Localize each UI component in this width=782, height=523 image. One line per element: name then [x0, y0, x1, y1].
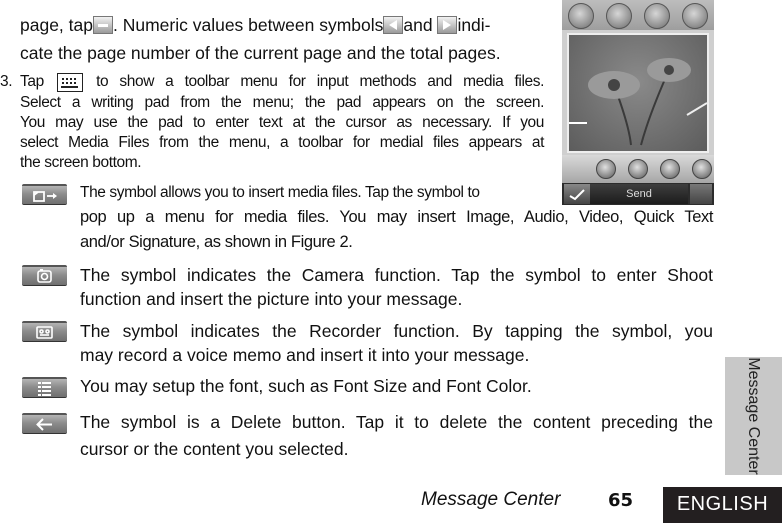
step3-line-4: select Media Files from the menu, a tool… [20, 134, 544, 151]
page-number: 65 [608, 490, 634, 511]
camera-line-2: function and insert the picture into you… [80, 289, 463, 309]
step-number: 3. [0, 73, 13, 90]
text: to show a toolbar menu for input methods… [96, 73, 544, 90]
help-icon [644, 3, 670, 29]
intro-line-2: cate the page number of the current page… [20, 43, 501, 63]
language-label: ENGLISH [663, 487, 782, 523]
font-settings-icon [22, 377, 67, 398]
camera-icon [22, 265, 67, 286]
recorder-line-2: may record a voice memo and insert it in… [80, 345, 530, 365]
step3-line-3: You may use the pad to enter text at the… [20, 114, 544, 131]
insert-media-line-2: pop up a menu for media files. You may i… [80, 208, 713, 226]
delete-line-2: cursor or the content you selected. [80, 439, 349, 459]
checkmark-icon [564, 184, 590, 204]
end-call-icon [682, 3, 708, 29]
footer-section-title: Message Center [421, 489, 561, 510]
text: . Numeric values between symbols [112, 15, 384, 35]
send-button: Send [590, 184, 688, 204]
previous-track-icon [596, 159, 616, 179]
home-icon [568, 3, 594, 29]
step3-line-1: Tap to show a toolbar menu for input met… [20, 71, 544, 92]
insert-media-line-3: and/or Signature, as shown in Figure 2. [80, 233, 353, 251]
left-arrow-icon [383, 16, 404, 34]
flower-image [567, 33, 709, 153]
step3-line-5: the screen bottom. [20, 154, 142, 171]
right-arrow-icon [437, 16, 458, 34]
text: Tap [20, 73, 44, 90]
text: and [403, 15, 438, 35]
intro-line-1: page, tap . Numeric values between symbol… [20, 10, 544, 41]
side-tab-label: Message Center [745, 357, 762, 475]
document-icon [690, 184, 712, 204]
phone-screenshot: Send [562, 0, 714, 205]
recorder-icon [22, 321, 67, 342]
text: indi- [457, 15, 491, 35]
font-settings-line-1: You may setup the font, such as Font Siz… [80, 376, 532, 396]
keyboard-icon [56, 73, 83, 92]
insert-media-line-1: The symbol allows you to insert media fi… [80, 184, 480, 201]
section-side-tab: Message Center [725, 357, 782, 475]
play-icon [628, 159, 648, 179]
text: page, tap [20, 15, 93, 35]
insert-media-icon [22, 184, 67, 205]
next-track-icon [660, 159, 680, 179]
phonebook-icon [606, 3, 632, 29]
volume-icon [692, 159, 712, 179]
delete-arrow-icon [22, 413, 67, 434]
minus-icon [92, 16, 113, 34]
step3-line-2: Select a writing pad from the menu; the … [20, 94, 544, 111]
